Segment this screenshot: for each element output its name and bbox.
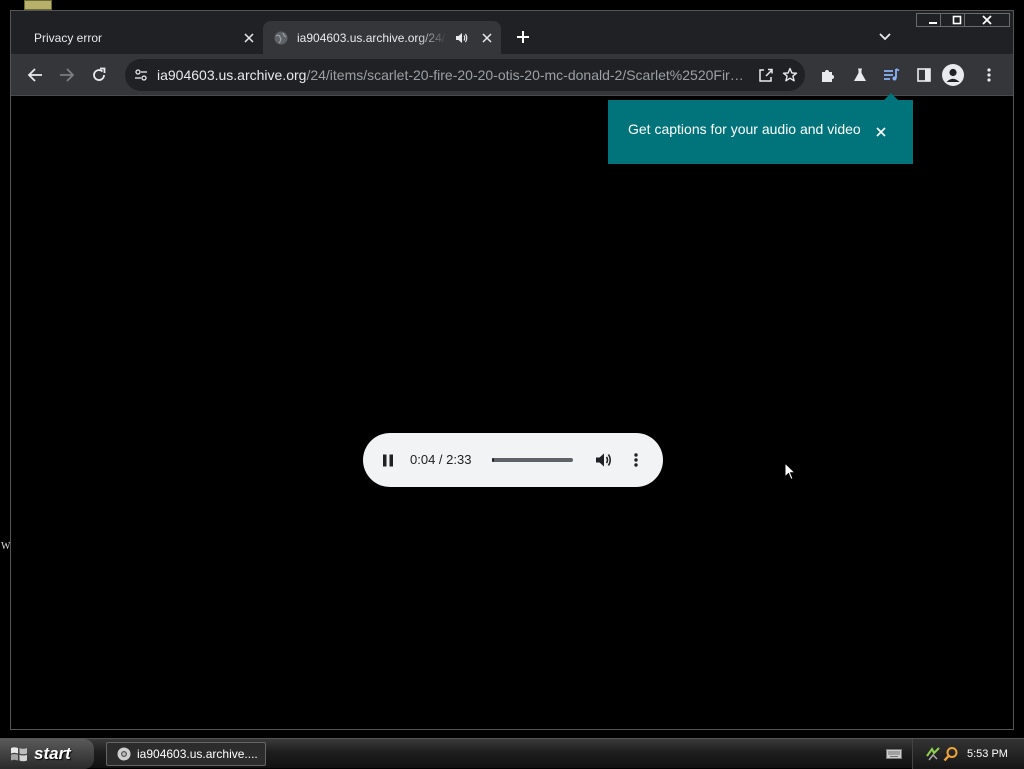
keyboard-language-icon[interactable] xyxy=(886,748,902,760)
playback-time: 0:04 / 2:33 xyxy=(410,433,471,487)
side-panel-button[interactable] xyxy=(912,63,936,87)
desktop-top-strip xyxy=(0,0,1024,10)
maximize-icon xyxy=(952,15,962,25)
share-button[interactable] xyxy=(757,66,775,84)
close-window-button[interactable] xyxy=(964,13,1010,27)
player-more-options-button[interactable] xyxy=(628,450,644,470)
mouse-pointer-icon xyxy=(784,462,796,481)
tab-title: ia904603.us.archive.org/24/items/scarlet… xyxy=(297,30,447,45)
current-time: 0:04 xyxy=(410,452,436,467)
site-info-button[interactable] xyxy=(133,67,149,83)
tab-privacy-error[interactable]: Privacy error xyxy=(17,21,262,54)
browser-menu-button[interactable] xyxy=(977,63,1001,87)
plus-icon xyxy=(517,31,529,43)
windows-logo-icon xyxy=(11,747,27,762)
browser-toolbar: ia904603.us.archive.org/24/items/scarlet… xyxy=(11,54,1013,96)
taskbar: start ia904603.us.archive.... 5:53 PM xyxy=(0,738,1024,769)
globe-favicon-icon xyxy=(274,31,288,44)
close-icon xyxy=(482,33,492,43)
tab-search-button[interactable] xyxy=(875,27,895,47)
chevron-down-icon xyxy=(879,33,891,41)
bookmark-button[interactable] xyxy=(781,66,799,84)
tab-title: Privacy error xyxy=(34,30,103,45)
url-host: ia904603.us.archive.org xyxy=(157,67,307,83)
kebab-menu-icon xyxy=(987,68,991,82)
url-path: /24/items/scarlet-20-fire-20-20-otis-20-… xyxy=(306,67,747,83)
seek-slider[interactable] xyxy=(492,458,573,462)
tab-archive-audio[interactable]: ia904603.us.archive.org/24/items/scarlet… xyxy=(263,21,501,54)
system-clock: 5:53 PM xyxy=(967,748,1008,760)
search-tray-icon[interactable] xyxy=(943,746,959,762)
audio-player: 0:04 / 2:33 xyxy=(363,433,663,487)
mute-button[interactable] xyxy=(594,450,614,470)
profile-avatar[interactable] xyxy=(942,64,964,86)
pause-icon xyxy=(383,454,393,466)
seek-played-fill xyxy=(492,458,495,462)
new-tab-button[interactable] xyxy=(513,27,533,47)
flask-icon xyxy=(854,68,866,81)
bubble-close-button[interactable] xyxy=(872,123,890,141)
reload-icon xyxy=(93,67,106,81)
reload-button[interactable] xyxy=(87,63,111,87)
extensions-button[interactable] xyxy=(816,63,840,87)
puzzle-icon xyxy=(822,70,834,82)
system-tray: 5:53 PM xyxy=(912,739,1024,769)
start-label: start xyxy=(34,744,71,763)
duration: 2:33 xyxy=(446,452,472,467)
arrow-left-icon xyxy=(27,68,42,82)
desktop-left-strip: W xyxy=(0,10,10,740)
tab-close-button[interactable] xyxy=(241,30,257,46)
tab-strip: Privacy error ia904603.us.archive.org/24… xyxy=(11,11,1013,54)
browser-window: Privacy error ia904603.us.archive.org/24… xyxy=(10,10,1014,730)
kebab-menu-icon xyxy=(634,453,638,467)
tab-close-button[interactable] xyxy=(479,30,495,46)
bubble-message: Get captions for your audio and video xyxy=(628,121,861,137)
address-bar[interactable]: ia904603.us.archive.org/24/items/scarlet… xyxy=(125,59,805,91)
arrow-right-icon xyxy=(60,68,75,82)
close-icon xyxy=(244,33,254,43)
forward-button[interactable] xyxy=(55,63,79,87)
start-button[interactable]: start xyxy=(0,739,94,769)
back-button[interactable] xyxy=(23,63,47,87)
media-controls-button[interactable] xyxy=(880,63,904,87)
taskbar-item-label: ia904603.us.archive.... xyxy=(137,747,258,761)
close-icon xyxy=(876,127,886,137)
desktop-shortcut-icon[interactable] xyxy=(24,0,52,10)
network-activity-icon[interactable] xyxy=(925,746,941,762)
page-content xyxy=(11,96,1013,729)
live-caption-promo-bubble: Get captions for your audio and video xyxy=(608,100,913,164)
share-icon xyxy=(759,68,773,82)
taskbar-item-browser[interactable]: ia904603.us.archive.... xyxy=(106,742,266,766)
browser-app-icon xyxy=(117,747,131,761)
side-panel-icon xyxy=(917,68,931,82)
tune-icon xyxy=(135,69,147,81)
volume-icon xyxy=(596,453,612,467)
chrome-labs-button[interactable] xyxy=(848,63,872,87)
time-separator: / xyxy=(435,452,447,467)
person-icon xyxy=(946,68,960,82)
tab-audio-playing-icon[interactable] xyxy=(453,30,469,46)
speaker-icon xyxy=(455,33,467,43)
close-icon xyxy=(982,15,992,25)
minimize-icon xyxy=(929,22,937,24)
media-queue-icon xyxy=(884,68,900,81)
url-text[interactable]: ia904603.us.archive.org/24/items/scarlet… xyxy=(157,59,747,91)
star-icon xyxy=(782,67,798,82)
pause-button[interactable] xyxy=(378,450,398,470)
